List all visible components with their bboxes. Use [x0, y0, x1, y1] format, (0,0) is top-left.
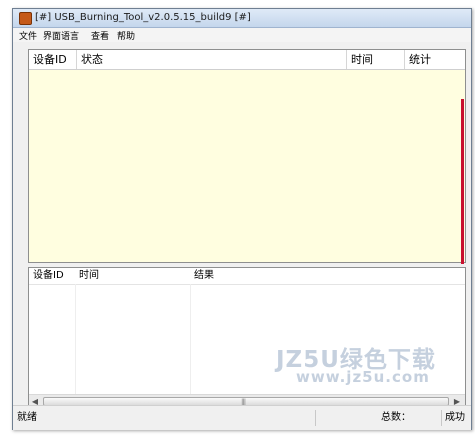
menu-help[interactable]: 帮助: [117, 29, 135, 42]
status-bar: 就绪 总数： 成功: [13, 405, 471, 430]
column-header-device-id[interactable]: 设备ID: [29, 50, 77, 69]
device-table-header: 设备ID 状态 时间 统计: [29, 50, 465, 70]
app-window: [#] USB_Burning_Tool_v2.0.5.15_build9 [#…: [12, 8, 472, 430]
title-bar[interactable]: [#] USB_Burning_Tool_v2.0.5.15_build9 [#…: [13, 9, 471, 28]
menu-file[interactable]: 文件: [19, 29, 37, 42]
menu-bar: 文件 界面语言 查看 帮助: [13, 28, 471, 42]
result-table-header: 设备ID 时间 结果: [29, 268, 465, 285]
accent-bar: [461, 99, 464, 264]
app-icon: [19, 12, 32, 25]
column-header-time[interactable]: 时间: [75, 268, 190, 284]
column-header-stats[interactable]: 统计: [405, 50, 465, 69]
status-divider: [441, 410, 442, 426]
status-ready: 就绪: [17, 412, 37, 423]
status-success-label: 成功: [445, 412, 465, 423]
column-header-result[interactable]: 结果: [190, 268, 390, 284]
status-divider: [315, 410, 316, 426]
column-header-time[interactable]: 时间: [347, 50, 405, 69]
menu-language[interactable]: 界面语言: [43, 29, 79, 42]
window-title: [#] USB_Burning_Tool_v2.0.5.15_build9 [#…: [35, 12, 251, 23]
column-header-status[interactable]: 状态: [77, 50, 347, 69]
column-header-device-id[interactable]: 设备ID: [29, 268, 75, 284]
column-divider: [190, 284, 191, 394]
column-divider: [75, 284, 76, 394]
result-log-table[interactable]: 设备ID 时间 结果 ◀ ||| ▶: [28, 267, 466, 409]
menu-view[interactable]: 查看: [91, 29, 109, 42]
device-status-table[interactable]: 设备ID 状态 时间 统计: [28, 49, 466, 263]
status-total-label: 总数：: [381, 412, 411, 423]
